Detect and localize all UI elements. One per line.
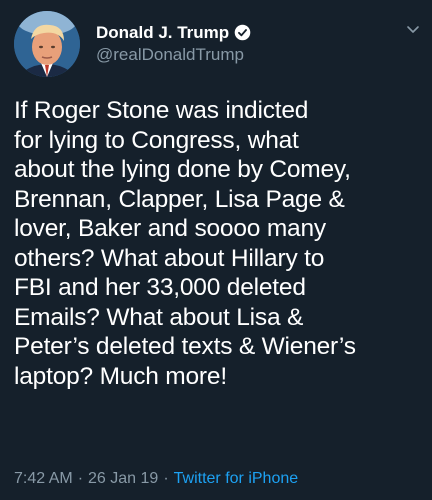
tweet-header: Donald J. Trump @realDonaldTrump	[14, 10, 432, 78]
tweet-source-link[interactable]: Twitter for iPhone	[174, 470, 299, 487]
verified-badge-icon	[234, 24, 251, 41]
tweet-text: If Roger Stone was indicted for lying to…	[14, 97, 356, 390]
display-name-row: Donald J. Trump	[96, 23, 251, 43]
tweet-card: Donald J. Trump @realDonaldTrump If Roge…	[0, 0, 432, 500]
chevron-down-icon[interactable]	[406, 22, 420, 36]
avatar-image	[14, 11, 80, 77]
tweet-date[interactable]: 26 Jan 19	[88, 470, 158, 487]
user-handle[interactable]: @realDonaldTrump	[96, 45, 251, 65]
meta-separator: ·	[77, 470, 84, 487]
tweet-time[interactable]: 7:42 AM	[14, 470, 73, 487]
meta-separator: ·	[163, 470, 169, 487]
display-name[interactable]: Donald J. Trump	[96, 23, 229, 43]
tweet-meta: 7:42 AM · 26 Jan 19 · Twitter for iPhone	[14, 470, 298, 488]
avatar[interactable]	[14, 11, 80, 77]
author-names: Donald J. Trump @realDonaldTrump	[96, 23, 251, 66]
